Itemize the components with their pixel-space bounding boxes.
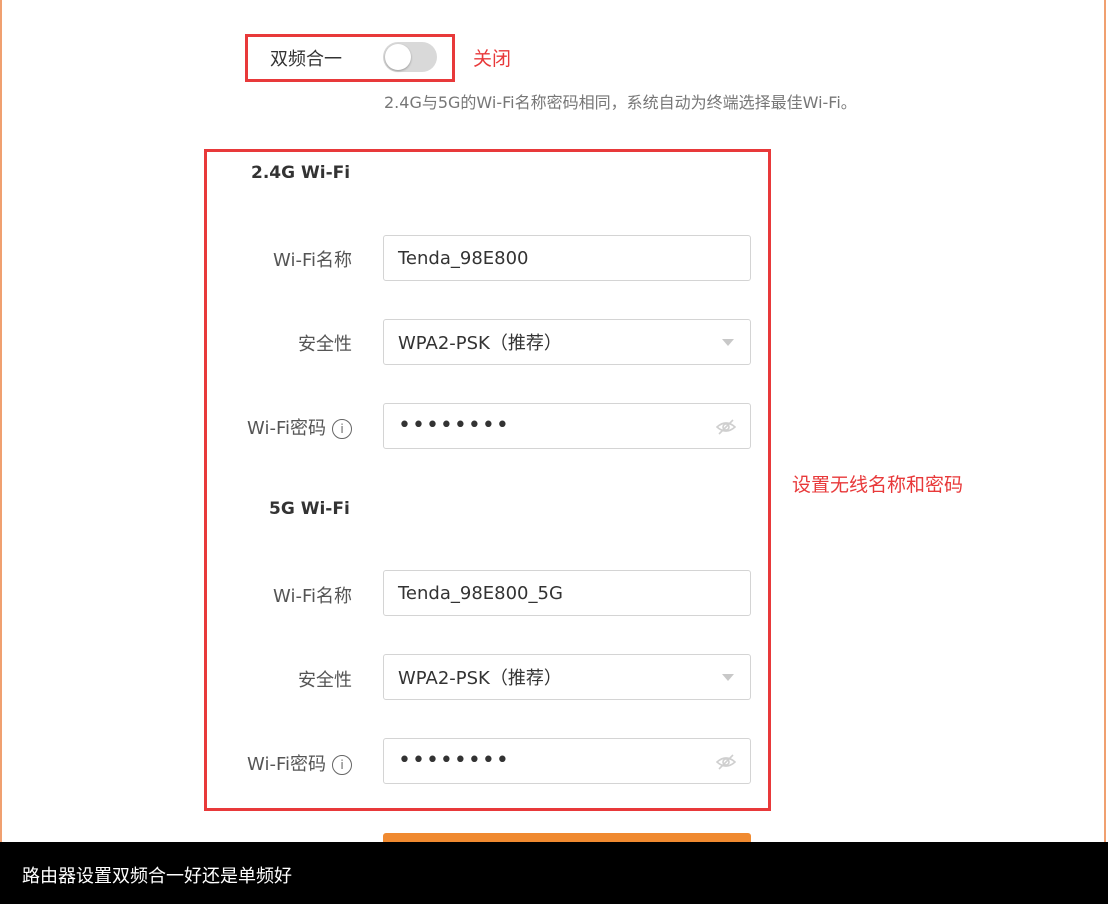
info-circle-icon[interactable]: i	[332, 755, 352, 775]
section-title-24g: 2.4G Wi-Fi	[251, 163, 351, 183]
toggle-knob	[385, 44, 411, 70]
caption-bar: 路由器设置双频合一好还是单频好	[0, 842, 1108, 904]
wifi-name-value-24g: Tenda_98E800	[398, 247, 529, 269]
dual-band-hint: 2.4G与5G的Wi-Fi名称密码相同，系统自动为终端选择最佳Wi-Fi。	[384, 93, 857, 112]
security-select-24g[interactable]: WPA2-PSK（推荐）	[383, 319, 751, 365]
password-label-group-5g: Wi-Fi密码 i	[192, 750, 352, 776]
security-value-24g: WPA2-PSK（推荐）	[398, 333, 562, 354]
caption-text: 路由器设置双频合一好还是单频好	[22, 866, 292, 887]
wifi-name-label-5g: Wi-Fi名称	[273, 586, 352, 607]
info-circle-icon[interactable]: i	[332, 419, 352, 439]
dual-band-label: 双频合一	[270, 49, 342, 70]
wifi-name-input-5g[interactable]: Tenda_98E800_5G	[383, 570, 751, 616]
security-label-24g: 安全性	[298, 334, 352, 355]
password-input-5g[interactable]: ••••••••	[383, 738, 751, 784]
toggle-state-annotation: 关闭	[473, 48, 512, 70]
settings-annotation: 设置无线名称和密码	[792, 474, 964, 496]
wifi-name-value-5g: Tenda_98E800_5G	[398, 582, 563, 604]
wifi-name-input-24g[interactable]: Tenda_98E800	[383, 235, 751, 281]
security-value-5g: WPA2-PSK（推荐）	[398, 668, 562, 689]
password-input-24g[interactable]: ••••••••	[383, 403, 751, 449]
chevron-down-icon	[722, 674, 734, 681]
chevron-down-icon	[722, 339, 734, 346]
security-label-5g: 安全性	[298, 670, 352, 691]
password-label-group-24g: Wi-Fi密码 i	[192, 414, 352, 440]
security-select-5g[interactable]: WPA2-PSK（推荐）	[383, 654, 751, 700]
eye-hidden-icon[interactable]	[716, 753, 736, 771]
eye-hidden-icon[interactable]	[716, 418, 736, 436]
dual-band-toggle[interactable]	[383, 42, 437, 72]
password-label-24g: Wi-Fi密码	[247, 418, 326, 439]
password-value-24g: ••••••••	[398, 413, 510, 438]
password-value-5g: ••••••••	[398, 748, 510, 773]
wifi-name-label-24g: Wi-Fi名称	[273, 250, 352, 271]
section-title-5g: 5G Wi-Fi	[269, 499, 350, 519]
password-label-5g: Wi-Fi密码	[247, 754, 326, 775]
